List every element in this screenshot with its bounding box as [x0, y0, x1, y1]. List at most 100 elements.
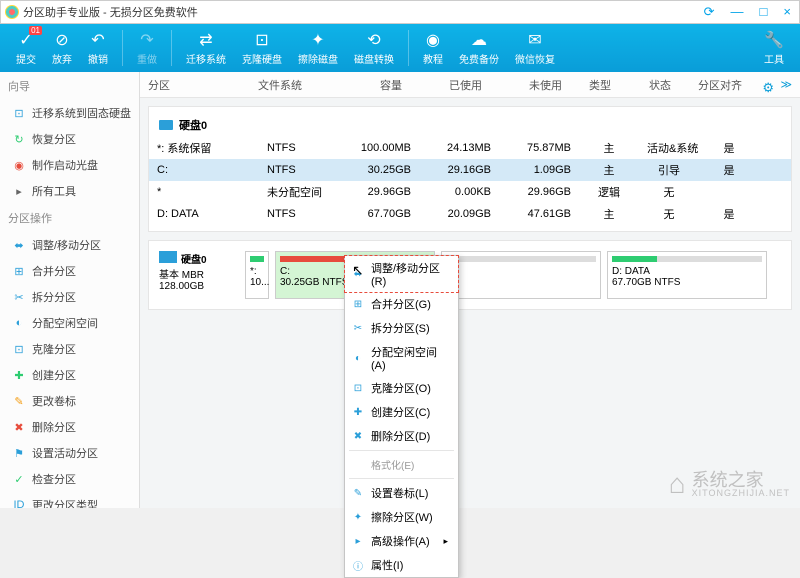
wechat-icon: ✉: [525, 30, 545, 50]
menu-item[interactable]: ✦ 擦除分区(W): [345, 505, 458, 529]
sidebar-icon: ID: [12, 498, 26, 508]
redo-icon: ↷: [137, 30, 157, 50]
convert-button[interactable]: ⟲磁盘转换: [346, 28, 402, 68]
sidebar-item[interactable]: ◉制作启动光盘: [0, 152, 139, 178]
disk-icon: [159, 120, 173, 130]
col-capacity[interactable]: 容量: [330, 77, 410, 93]
sidebar-icon: ✎: [12, 394, 26, 408]
sidebar-icon: ▸: [12, 184, 26, 198]
clone-button[interactable]: ⊡克隆硬盘: [234, 28, 290, 68]
col-filesystem[interactable]: 文件系统: [250, 77, 330, 93]
disk-icon: [159, 251, 177, 263]
sidebar-item[interactable]: ✚创建分区: [0, 362, 139, 388]
partition-block-d[interactable]: D: DATA 67.70GB NTFS: [607, 251, 767, 299]
undo-button[interactable]: ↶撤销: [80, 28, 116, 68]
menu-item[interactable]: ⊡ 克隆分区(O): [345, 376, 458, 400]
settings-icon[interactable]: ⚙: [750, 76, 786, 100]
sidebar-item[interactable]: ↻恢复分区: [0, 126, 139, 152]
sidebar-item[interactable]: ✓检查分区: [0, 466, 139, 492]
disk-info[interactable]: 硬盘0 基本 MBR 128.00GB: [159, 251, 239, 299]
migrate-icon: ⇄: [196, 30, 216, 50]
refresh-icon[interactable]: ⟳: [700, 4, 719, 20]
sidebar-icon: ⊡: [12, 106, 26, 120]
col-partition[interactable]: 分区: [140, 77, 250, 93]
col-type[interactable]: 类型: [570, 77, 630, 93]
sidebar-item[interactable]: ✎ 更改卷标: [0, 388, 139, 414]
toolbar: ✓ 01 提交 ⊘放弃 ↶撤销 ↷重做 ⇄迁移系统 ⊡克隆硬盘 ✦擦除磁盘 ⟲磁…: [0, 24, 800, 72]
wechat-button[interactable]: ✉微信恢复: [507, 28, 563, 68]
cloud-icon: ☁: [469, 30, 489, 50]
menu-item[interactable]: ⬌ 调整/移动分区(R): [344, 255, 459, 293]
chevron-right-icon: ▸: [443, 536, 448, 547]
sidebar-icon: ◐: [12, 316, 26, 330]
sidebar-item[interactable]: ⊡克隆分区: [0, 336, 139, 362]
maximize-icon[interactable]: □: [756, 4, 772, 20]
disk-title[interactable]: 硬盘0: [149, 113, 791, 137]
sidebar-item-label: 更改分区类型: [32, 497, 98, 508]
tutorial-button[interactable]: ◉教程: [415, 28, 451, 68]
sidebar-section-ops: 分区操作: [0, 204, 139, 232]
sidebar-item[interactable]: ✖删除分区: [0, 414, 139, 440]
partition-block-system[interactable]: *: 10...: [245, 251, 269, 299]
table-row[interactable]: C:NTFS30.25GB29.16GB1.09GB主引导是: [149, 159, 791, 181]
sidebar-item-label: 恢复分区: [32, 131, 76, 147]
menu-item[interactable]: ✖删除分区(D): [345, 424, 458, 448]
sidebar-item[interactable]: ⬌调整/移动分区: [0, 232, 139, 258]
menu-item[interactable]: ▸高级操作(A)▸: [345, 529, 458, 553]
backup-button[interactable]: ☁免费备份: [451, 28, 507, 68]
menu-item[interactable]: ⓘ属性(I): [345, 553, 458, 577]
menu-label: 创建分区(C): [371, 404, 430, 420]
menu-item[interactable]: ✎设置卷标(L): [345, 481, 458, 505]
menu-label: 设置卷标(L): [371, 485, 428, 501]
sidebar-icon: ✓: [12, 472, 26, 486]
clone-icon: ⊡: [252, 30, 272, 50]
menu-icon: ⬌: [351, 269, 365, 280]
partition-block-unallocated[interactable]: *: x: [441, 251, 601, 299]
menu-item[interactable]: ✚创建分区(C): [345, 400, 458, 424]
col-used[interactable]: 已使用: [410, 77, 490, 93]
wipe-button[interactable]: ✦擦除磁盘: [290, 28, 346, 68]
col-status[interactable]: 状态: [630, 77, 690, 93]
col-free[interactable]: 未使用: [490, 77, 570, 93]
watermark: ⌂ 系统之家 XITONGZHIJIA.NET: [669, 468, 790, 500]
commit-badge: 01: [29, 26, 42, 35]
menu-item[interactable]: ✂拆分分区(S): [345, 316, 458, 340]
tutorial-icon: ◉: [423, 30, 443, 50]
commit-button[interactable]: ✓ 01 提交: [8, 28, 44, 68]
sidebar-item-label: 更改卷标: [32, 393, 76, 409]
sidebar-item[interactable]: ✂ 拆分分区: [0, 284, 139, 310]
menu-icon: ⊡: [351, 383, 365, 394]
sidebar-icon: ✂: [12, 290, 26, 304]
menu-section-format: 格式化(E): [345, 453, 458, 476]
sidebar-item[interactable]: ⊡迁移系统到固态硬盘: [0, 100, 139, 126]
menu-label: 调整/移动分区(R): [371, 260, 448, 288]
close-icon[interactable]: ×: [779, 4, 795, 20]
menu-icon: ✦: [351, 512, 365, 523]
sidebar-icon: ✖: [12, 420, 26, 434]
minimize-icon[interactable]: —: [727, 4, 748, 20]
table-row[interactable]: *: 系统保留NTFS100.00MB24.13MB75.87MB主活动&系统是: [149, 137, 791, 159]
sidebar-item[interactable]: ▸所有工具: [0, 178, 139, 204]
discard-button[interactable]: ⊘放弃: [44, 28, 80, 68]
menu-icon: ✂: [351, 323, 365, 334]
sidebar-item[interactable]: ◐分配空闲空间: [0, 310, 139, 336]
table-row[interactable]: D: DATANTFS67.70GB20.09GB47.61GB主无是: [149, 203, 791, 225]
menu-label: 擦除分区(W): [371, 509, 433, 525]
menu-label: 克隆分区(O): [371, 380, 431, 396]
redo-button[interactable]: ↷重做: [129, 28, 165, 68]
sidebar-item[interactable]: ⊞合并分区: [0, 258, 139, 284]
table-row[interactable]: *未分配空间29.96GB0.00KB29.96GB逻辑无: [149, 181, 791, 203]
content-area: 分区 文件系统 容量 已使用 未使用 类型 状态 分区对齐 ≫ ⚙ 硬盘0 *:…: [140, 72, 800, 508]
menu-item[interactable]: ⊞合并分区(G): [345, 292, 458, 316]
sidebar-item[interactable]: ID 更改分区类型: [0, 492, 139, 508]
col-align[interactable]: 分区对齐: [690, 77, 750, 93]
divider: [122, 30, 123, 66]
sidebar-item-label: 拆分分区: [32, 289, 76, 305]
wrench-icon: 🔧: [764, 30, 784, 50]
window-controls: ⟳ — □ ×: [700, 4, 795, 20]
divider: [171, 30, 172, 66]
menu-item[interactable]: ◐分配空闲空间(A): [345, 340, 458, 376]
migrate-button[interactable]: ⇄迁移系统: [178, 28, 234, 68]
sidebar-item[interactable]: ⚑设置活动分区: [0, 440, 139, 466]
tools-button[interactable]: 🔧工具: [756, 28, 792, 68]
